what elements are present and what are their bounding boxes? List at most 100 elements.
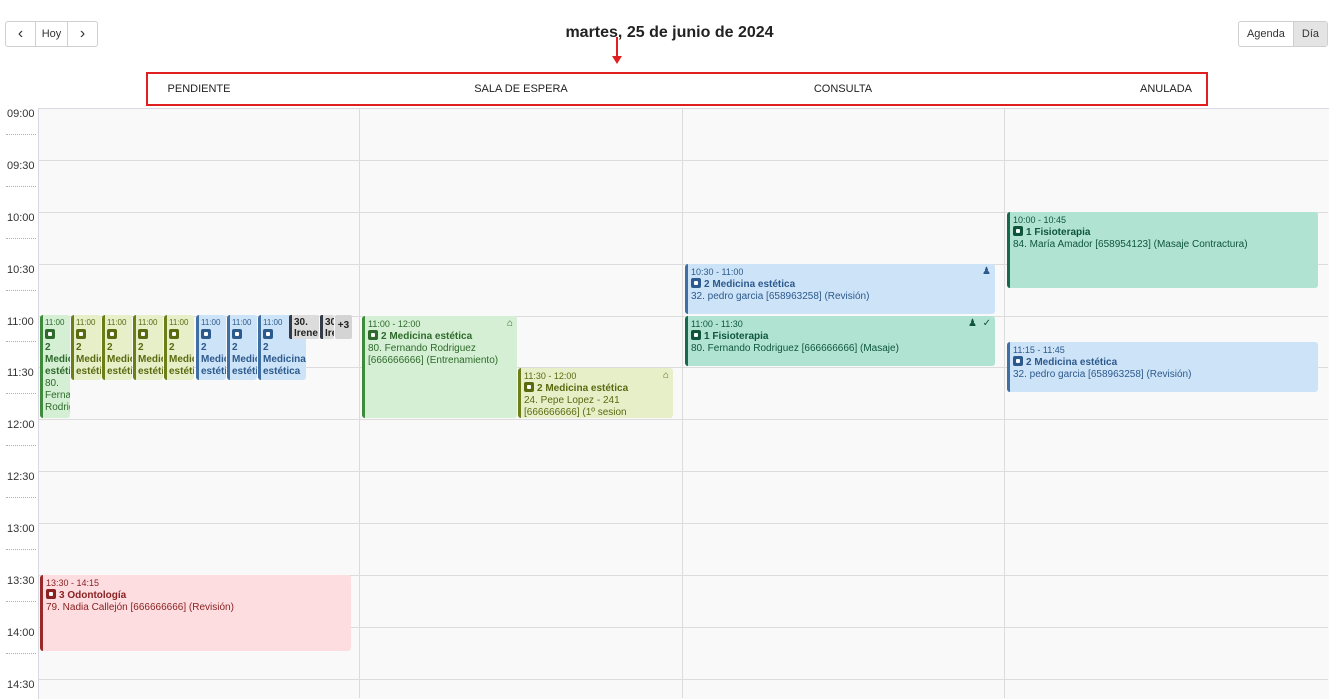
event-patient: 84. María Amador [658954123] (Masaje Con… — [1013, 239, 1248, 250]
doctor-user-icon: ♟ — [982, 266, 991, 277]
event-title: Medic — [169, 354, 194, 365]
event-time: 11:00 — [107, 318, 127, 327]
event-title: Medic — [138, 354, 163, 365]
waiting-room-seat-icon: ⌂ — [506, 318, 513, 329]
event-time: 11:00 - 11:30 — [691, 319, 743, 329]
calendar-toolbar: ‹ Hoy › martes, 25 de junio de 2024 Agen… — [0, 0, 1339, 66]
calendar-icon — [691, 278, 701, 288]
collapsed-event[interactable]: 30. Irene — [289, 315, 319, 339]
event-patient: Ire — [325, 328, 334, 339]
event-number: 2 — [45, 342, 51, 353]
event-title: Medicina — [263, 354, 306, 365]
event-title: 1 Fisioterapia — [691, 330, 992, 343]
calendar-icon — [169, 329, 179, 339]
event-title: Medic — [76, 354, 101, 365]
appointment-event[interactable]: 11:00 2 Medic estética — [227, 315, 257, 380]
calendar-icon — [1013, 356, 1023, 366]
time-label: 10:30 — [7, 264, 35, 276]
calendar-icon — [46, 589, 56, 599]
event-title: estética — [232, 366, 257, 377]
event-title: 2 Medicina estética — [1013, 356, 1315, 369]
time-label: 11:00 — [7, 316, 34, 328]
grid-line — [38, 679, 1328, 680]
time-label: 13:30 — [7, 575, 35, 587]
event-time: 11:00 — [232, 318, 252, 327]
grid-line — [38, 523, 1328, 524]
calendar-icon — [45, 329, 55, 339]
calendar-icon — [1013, 226, 1023, 236]
event-number: 2 — [107, 342, 113, 353]
calendar-icon — [232, 329, 242, 339]
event-number: 2 — [138, 342, 144, 353]
appointment-event[interactable]: 11:00 2 Medic estética — [133, 315, 163, 380]
event-title: Medic — [232, 354, 257, 365]
event-title: estética — [201, 366, 226, 377]
grid-line — [38, 160, 1328, 161]
half-hour-dots — [6, 445, 36, 446]
event-patient: 80. Fernando Rodriguez [666666666] (Masa… — [691, 343, 899, 354]
half-hour-dots — [6, 497, 36, 498]
appointment-event[interactable]: 11:30 - 12:00 2 Medicina estética 24. Pe… — [518, 368, 673, 418]
half-hour-dots — [6, 238, 36, 239]
appointment-event[interactable]: 11:00 2 Medic estética — [102, 315, 132, 380]
annotation-highlight-box — [146, 72, 1208, 106]
view-day-button[interactable]: Día — [1292, 22, 1327, 46]
doctor-user-icon: ♟ — [968, 318, 977, 329]
event-time: 11:00 — [45, 318, 65, 327]
appointment-event[interactable]: 10:30 - 11:00 2 Medicina estética 32. pe… — [685, 264, 995, 314]
event-number: 2 — [201, 342, 207, 353]
appointment-event[interactable]: 11:15 - 11:45 2 Medicina estética 32. pe… — [1007, 342, 1318, 392]
more-events-link[interactable]: +3 — [335, 315, 352, 339]
event-time: 11:00 — [169, 318, 189, 327]
event-number: 2 — [263, 342, 269, 353]
time-label: 14:30 — [7, 679, 35, 691]
appointment-event[interactable]: 11:00 2 Medic estética — [164, 315, 194, 380]
calendar-icon — [263, 329, 273, 339]
check-icon: ✓ — [982, 318, 991, 329]
collapsed-event[interactable]: 30 Ire — [320, 315, 334, 339]
event-patient: 80. Fernando Rodriguez — [45, 378, 70, 413]
event-time: 10:00 - 10:45 — [1013, 215, 1067, 225]
column-divider — [1004, 108, 1005, 698]
half-hour-dots — [6, 134, 36, 135]
appointment-event[interactable]: 11:00 2 Medic estética — [196, 315, 226, 380]
time-label: 12:30 — [7, 471, 35, 483]
event-time: 11:15 - 11:45 — [1013, 345, 1065, 355]
appointment-event[interactable]: 11:00 - 11:30 1 Fisioterapia 80. Fernand… — [685, 316, 995, 366]
half-hour-dots — [6, 601, 36, 602]
event-time: 13:30 - 14:15 — [46, 578, 100, 588]
view-agenda-button[interactable]: Agenda — [1239, 22, 1293, 46]
appointment-event[interactable]: 11:00 2 Medic estética — [71, 315, 101, 380]
column-divider — [682, 108, 683, 698]
calendar-icon — [201, 329, 211, 339]
annotation-arrow — [616, 37, 618, 57]
calendar-icon — [524, 382, 534, 392]
time-label: 10:00 — [7, 212, 35, 224]
time-label: 09:30 — [7, 160, 35, 172]
appointment-event[interactable]: 11:00 2 Medicina estética 80. Fernando R… — [40, 315, 70, 418]
event-number: 2 — [76, 342, 82, 353]
event-patient: 32. pedro garcia [658963258] (Revisión) — [1013, 369, 1192, 380]
grid-line — [38, 471, 1328, 472]
event-patient: 79. Nadia Callejón [666666666] (Revisión… — [46, 602, 234, 613]
annotation-arrow-head — [612, 56, 622, 64]
appointment-event[interactable]: 13:30 - 14:15 3 Odontología 79. Nadia Ca… — [40, 575, 351, 651]
half-hour-dots — [6, 290, 36, 291]
event-title: Medicina estética — [45, 354, 70, 377]
appointment-event[interactable]: 11:00 - 12:00 2 Medicina estética 80. Fe… — [362, 316, 517, 418]
event-number: 30 — [325, 317, 334, 328]
event-time: 11:00 — [76, 318, 96, 327]
event-title: 2 Medicina estética — [524, 382, 670, 395]
time-label: 11:30 — [7, 367, 34, 379]
event-title: estética — [76, 366, 101, 377]
appointment-event[interactable]: 10:00 - 10:45 1 Fisioterapia 84. María A… — [1007, 212, 1318, 288]
calendar-icon — [107, 329, 117, 339]
event-number: 2 — [169, 342, 175, 353]
event-title: Medic — [201, 354, 226, 365]
time-label: 14:00 — [7, 627, 35, 639]
half-hour-dots — [6, 341, 36, 342]
event-patient: 80. Fernando Rodriguez [666666666] (Entr… — [368, 343, 499, 366]
column-divider — [359, 108, 360, 698]
half-hour-dots — [6, 653, 36, 654]
event-time: 11:30 - 12:00 — [524, 371, 577, 381]
